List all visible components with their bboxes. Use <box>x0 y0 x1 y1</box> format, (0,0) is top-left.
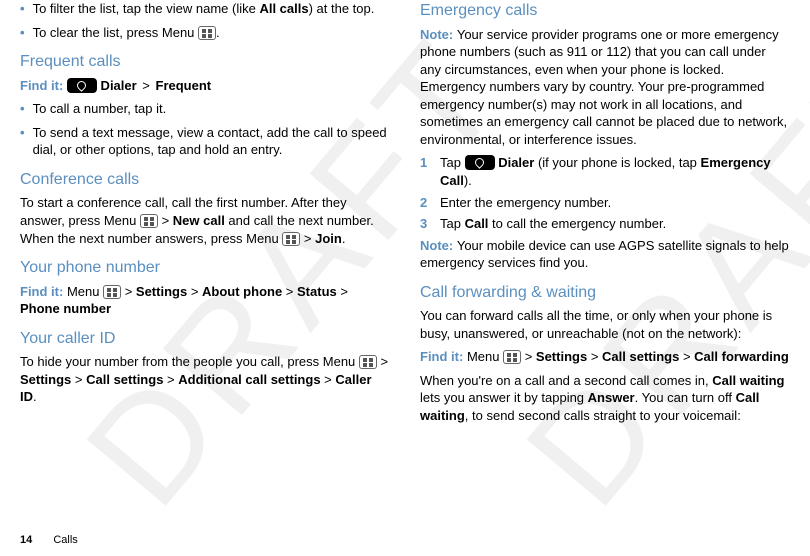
breadcrumb-sep: > <box>587 349 602 364</box>
text: (if your phone is locked, tap <box>534 155 700 170</box>
breadcrumb-sep: > <box>521 349 536 364</box>
findit-frequent: Find it: Dialer > Frequent <box>20 77 390 95</box>
paragraph-conference: To start a conference call, call the fir… <box>20 194 390 247</box>
paragraph-call-waiting: When you're on a call and a second call … <box>420 372 790 425</box>
breadcrumb-sep: > <box>300 231 315 246</box>
text-frequent: Frequent <box>152 78 211 93</box>
text-additional-call-settings: Additional call settings <box>178 372 320 387</box>
text: To filter the list, tap the view name (l… <box>33 1 260 16</box>
step-3: 3 Tap Call to call the emergency number. <box>420 215 790 233</box>
paragraph-caller-id: To hide your number from the people you … <box>20 353 390 406</box>
text: . <box>342 231 346 246</box>
breadcrumb-sep: > <box>142 78 150 93</box>
heading-frequent-calls: Frequent calls <box>20 51 390 73</box>
text-newcall: New call <box>173 213 225 228</box>
bullet-send-text: To send a text message, view a contact, … <box>20 124 390 159</box>
paragraph-emergency-note2: Note: Your mobile device can use AGPS sa… <box>420 237 790 272</box>
heading-call-forwarding: Call forwarding & waiting <box>420 282 790 304</box>
step-number: 1 <box>420 154 430 189</box>
text-allcalls: All calls <box>259 1 308 16</box>
text: Tap <box>440 216 465 231</box>
breadcrumb-sep: > <box>321 372 336 387</box>
text-phone-number: Phone number <box>20 301 111 316</box>
text: To send a text message, view a contact, … <box>33 124 390 159</box>
text: Tap <box>440 155 465 170</box>
paragraph-forwarding: You can forward calls all the time, or o… <box>420 307 790 342</box>
text-answer: Answer <box>588 390 635 405</box>
breadcrumb-sep: > <box>163 372 178 387</box>
menu-icon <box>140 214 158 228</box>
text-call-settings: Call settings <box>86 372 163 387</box>
text-dialer: Dialer <box>97 78 140 93</box>
heading-your-caller-id: Your caller ID <box>20 328 390 350</box>
bullet-filter-list: To filter the list, tap the view name (l… <box>20 0 390 18</box>
dialer-icon <box>465 155 495 170</box>
note-label: Note: <box>420 27 457 42</box>
right-column: Emergency calls Note: Your service provi… <box>420 0 790 431</box>
breadcrumb-sep: > <box>337 284 348 299</box>
text: to call the emergency number. <box>488 216 666 231</box>
breadcrumb-sep: > <box>282 284 297 299</box>
menu-icon <box>503 350 521 364</box>
text: ) at the top. <box>309 1 375 16</box>
left-column: To filter the list, tap the view name (l… <box>20 0 390 431</box>
text: . <box>216 25 220 40</box>
breadcrumb-sep: > <box>71 372 86 387</box>
text: , to send second calls straight to your … <box>465 408 741 423</box>
page-footer: 14 Calls <box>20 533 78 548</box>
text-dialer: Dialer <box>495 155 535 170</box>
text: Your mobile device can use AGPS satellit… <box>420 238 789 271</box>
text-status: Status <box>297 284 337 299</box>
menu-icon <box>103 285 121 299</box>
text-call-forwarding: Call forwarding <box>694 349 789 364</box>
step-1: 1 Tap Dialer (if your phone is locked, t… <box>420 154 790 189</box>
heading-emergency-calls: Emergency calls <box>420 0 790 22</box>
findit-label: Find it: <box>420 349 467 364</box>
text: Your service provider programs one or mo… <box>420 27 787 147</box>
text-call: Call <box>465 216 489 231</box>
step-number: 2 <box>420 194 430 212</box>
text-call-waiting: Call waiting <box>712 373 784 388</box>
note-label: Note: <box>420 238 457 253</box>
text: ). <box>464 173 472 188</box>
text: When you're on a call and a second call … <box>420 373 712 388</box>
page-number: 14 <box>20 534 32 546</box>
breadcrumb-sep: > <box>679 349 694 364</box>
text: To hide your number from the people you … <box>20 354 359 369</box>
breadcrumb-sep: > <box>158 213 173 228</box>
breadcrumb-sep: > <box>377 354 388 369</box>
text-menu: Menu <box>467 349 503 364</box>
findit-label: Find it: <box>20 78 67 93</box>
breadcrumb-sep: > <box>121 284 136 299</box>
text-about-phone: About phone <box>202 284 282 299</box>
menu-icon <box>198 26 216 40</box>
bullet-call-number: To call a number, tap it. <box>20 100 390 118</box>
text: To clear the list, press Menu <box>33 25 198 40</box>
text-menu: Menu <box>67 284 103 299</box>
findit-label: Find it: <box>20 284 67 299</box>
text-call-settings: Call settings <box>602 349 679 364</box>
text-settings: Settings <box>20 372 71 387</box>
findit-phone-number: Find it: Menu > Settings > About phone >… <box>20 283 390 318</box>
menu-icon <box>282 232 300 246</box>
dialer-icon <box>67 78 97 93</box>
text: lets you answer it by tapping <box>420 390 588 405</box>
text-settings: Settings <box>136 284 187 299</box>
text: To call a number, tap it. <box>33 100 167 118</box>
heading-conference-calls: Conference calls <box>20 169 390 191</box>
menu-icon <box>359 355 377 369</box>
text: . <box>33 389 37 404</box>
text-join: Join <box>315 231 342 246</box>
bullet-clear-list: To clear the list, press Menu . <box>20 24 390 42</box>
findit-forwarding: Find it: Menu > Settings > Call settings… <box>420 348 790 366</box>
section-name: Calls <box>53 534 77 546</box>
paragraph-emergency-note: Note: Your service provider programs one… <box>420 26 790 149</box>
breadcrumb-sep: > <box>187 284 202 299</box>
step-number: 3 <box>420 215 430 233</box>
heading-your-phone-number: Your phone number <box>20 257 390 279</box>
text-settings: Settings <box>536 349 587 364</box>
text: Enter the emergency number. <box>440 194 611 212</box>
text: . You can turn off <box>635 390 736 405</box>
step-2: 2 Enter the emergency number. <box>420 194 790 212</box>
